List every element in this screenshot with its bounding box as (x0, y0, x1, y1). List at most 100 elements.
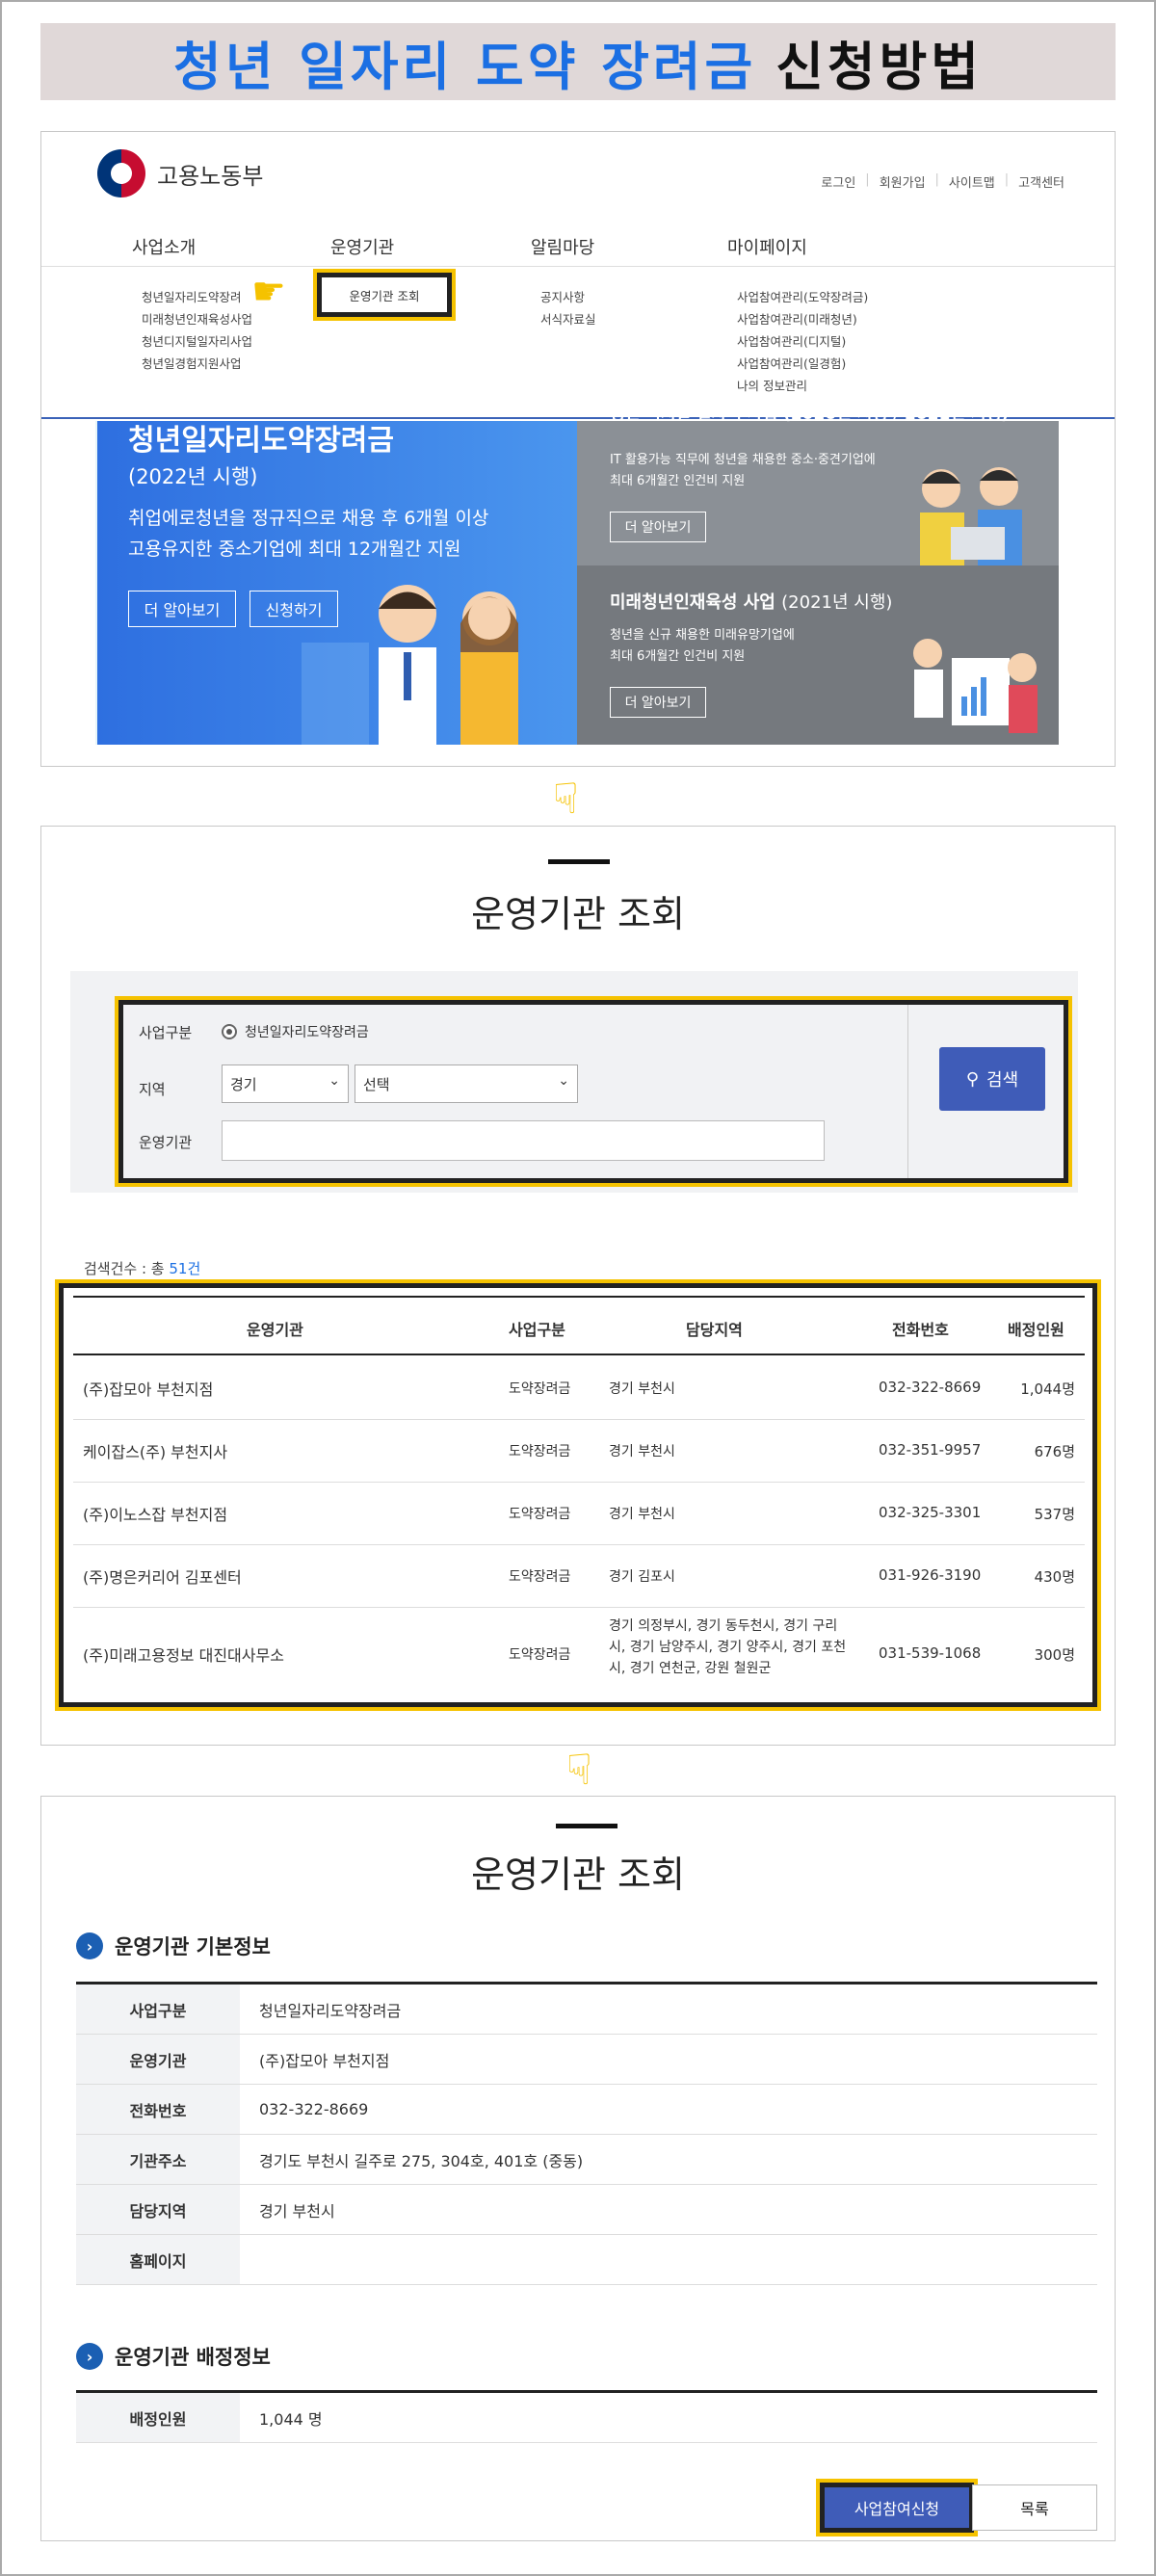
type-label: 사업구분 (139, 1024, 193, 1041)
info-key: 사업구분 (76, 1985, 240, 2034)
cell-region: 경기 의정부시, 경기 동두천시, 경기 구리시, 경기 남양주시, 경기 양주… (609, 1618, 847, 1676)
cell-phone: 031-539-1068 (879, 1644, 982, 1662)
people-illustration-icon (302, 585, 518, 745)
cell-region: 경기 부천시 (609, 1381, 675, 1397)
cell-type: 도약장려금 (509, 1647, 571, 1663)
info-value[interactable] (240, 2235, 259, 2284)
radio-icon[interactable] (222, 1024, 237, 1039)
cell-type: 도약장려금 (509, 1507, 571, 1522)
banner-left-title: 청년일자리도약장려금 (128, 424, 394, 458)
nav-notice[interactable]: 알림마당 (531, 234, 594, 259)
banner-desc-line: 최대 6개월간 인건비 지원 (610, 474, 746, 488)
site-logo[interactable]: 고용노동부 (97, 149, 263, 197)
submenu-item[interactable]: 사업참여관리(도약장려금) (737, 286, 868, 308)
info-value: 032-322-8669 (259, 2100, 369, 2118)
submenu-operator-lookup[interactable]: 운영기관 조회 (313, 269, 456, 321)
info-row: 홈페이지 (76, 2235, 1097, 2285)
support-link[interactable]: 고객센터 (1018, 172, 1064, 191)
cell-type: 도약장려금 (509, 1444, 571, 1459)
submenu-item[interactable]: 사업참여관리(일경험) (737, 353, 868, 375)
header-phone: 전화번호 (892, 1321, 949, 1339)
signup-link[interactable]: 회원가입 (880, 172, 926, 191)
cell-org[interactable]: (주)명은커리어 김포센터 (83, 1564, 242, 1588)
table-row[interactable]: (주)미래고용정보 대진대사무소 도약장려금 경기 의정부시, 경기 동두천시,… (73, 1608, 1085, 1696)
chevron-right-icon: › (76, 2343, 103, 2370)
cell-type: 도약장려금 (509, 1569, 571, 1585)
cell-org[interactable]: (주)미래고용정보 대진대사무소 (83, 1643, 284, 1666)
radio-label: 청년일자리도약장려금 (245, 1025, 369, 1040)
learn-more-button[interactable]: 더 알아보기 (128, 591, 236, 627)
submenu-item[interactable]: 청년일경험지원사업 (142, 353, 252, 375)
cell-phone: 032-351-9957 (879, 1441, 982, 1459)
cell-org[interactable]: (주)이노스잡 부천지점 (83, 1502, 227, 1525)
login-link[interactable]: 로그인 (821, 172, 855, 191)
submenu-item[interactable]: 청년디지털일자리사업 (142, 330, 252, 353)
cell-type: 도약장려금 (509, 1381, 571, 1397)
cell-count: 430명 (1034, 1568, 1075, 1586)
apply-participation-button[interactable]: 사업참여신청 (816, 2479, 978, 2537)
subregion-select[interactable]: 선택 ⌄ (355, 1065, 578, 1103)
pointing-hand-icon: ☛ (251, 270, 286, 314)
banner-desc-line: 고용유지한 중소기업에 최대 12개월간 지원 (128, 539, 461, 560)
assign-info-title: 운영기관 배정정보 (115, 2346, 271, 2369)
banner-title-text: 미래청년인재육성 사업 (610, 592, 775, 613)
info-key: 홈페이지 (76, 2235, 240, 2284)
info-key: 운영기관 (76, 2035, 240, 2084)
cell-phone: 032-325-3301 (879, 1504, 982, 1521)
assign-info-heading: › 운영기관 배정정보 (76, 2342, 271, 2371)
result-count: 검색건수 : 총 51건 (84, 1258, 200, 1278)
header-count: 배정인원 (1008, 1321, 1064, 1339)
submenu-item[interactable]: 공지사항 (540, 286, 596, 308)
pointing-down-hand-icon: ☟ (553, 775, 579, 824)
info-row: 담당지역 경기 부천시 (76, 2185, 1097, 2235)
banner-desc-line: IT 활용가능 직무에 청년을 채용한 중소·중견기업에 (610, 453, 876, 467)
submenu-notice: 공지사항 서식자료실 (540, 286, 596, 330)
table-row[interactable]: 케이잡스(주) 부천지사 도약장려금 경기 부천시 032-351-9957 6… (73, 1420, 1085, 1483)
cell-org[interactable]: 케이잡스(주) 부천지사 (83, 1439, 227, 1462)
nav-mypage[interactable]: 마이페이지 (727, 234, 807, 259)
banner-desc-line: 최대 6개월간 인건비 지원 (610, 649, 746, 664)
info-value: 1,044 명 (259, 2409, 323, 2429)
assign-info-table: 배정인원 1,044 명 (76, 2390, 1097, 2443)
info-key: 배정인원 (76, 2393, 240, 2442)
operator-search-screenshot: 운영기관 조회 사업구분 청년일자리도약장려금 지역 경기 ⌄ 선택 ⌄ 운영기관 … (40, 826, 1116, 1746)
chevron-down-icon: ⌄ (328, 1073, 340, 1089)
submenu-item[interactable]: 사업참여관리(미래청년) (737, 308, 868, 330)
learn-more-button[interactable]: 더 알아보기 (610, 687, 706, 718)
sitemap-link[interactable]: 사이트맵 (949, 172, 995, 191)
heading-dash (548, 859, 610, 864)
cell-phone: 032-322-8669 (879, 1379, 982, 1396)
basic-info-heading: › 운영기관 기본정보 (76, 1932, 271, 1960)
submenu-item[interactable]: 청년일자리도약장려 (142, 286, 252, 308)
submenu-item[interactable]: 미래청년인재육성사업 (142, 308, 252, 330)
submenu-item[interactable]: 사업참여관리(디지털) (737, 330, 868, 353)
info-key: 전화번호 (76, 2085, 240, 2134)
banner-year-text: (2021년 시행) (781, 592, 893, 613)
nav-business[interactable]: 사업소개 (132, 234, 196, 259)
banner-desc-line: 취업에로청년을 정규직으로 채용 후 6개월 이상 (128, 508, 489, 529)
info-row: 사업구분 청년일자리도약장려금 (76, 1985, 1097, 2035)
count-label: 검색건수 : 총 (84, 1260, 165, 1277)
list-button[interactable]: 목록 (972, 2484, 1097, 2531)
pointing-down-hand-icon: ☟ (566, 1746, 592, 1795)
info-row: 운영기관 (주)잡모아 부천지점 (76, 2035, 1097, 2085)
learn-more-button[interactable]: 더 알아보기 (610, 512, 706, 542)
table-row[interactable]: (주)명은커리어 김포센터 도약장려금 경기 김포시 031-926-3190 … (73, 1545, 1085, 1608)
region-select[interactable]: 경기 ⌄ (222, 1065, 349, 1103)
info-row: 배정인원 1,044 명 (76, 2393, 1097, 2443)
site-screenshot: 고용노동부 로그인 | 회원가입 | 사이트맵 | 고객센터 사업소개 운영기관 알림… (40, 131, 1116, 767)
cell-org[interactable]: (주)잡모아 부천지점 (83, 1377, 213, 1400)
cell-region: 경기 부천시 (609, 1444, 675, 1459)
search-button[interactable]: ⚲ 검색 (939, 1047, 1045, 1111)
submenu-item[interactable]: 나의 정보관리 (737, 375, 868, 397)
table-header: 운영기관 사업구분 담당지역 전화번호 배정인원 (73, 1296, 1085, 1355)
submenu-item[interactable]: 서식자료실 (540, 308, 596, 330)
nav-operator[interactable]: 운영기관 (330, 234, 394, 259)
table-row[interactable]: (주)잡모아 부천지점 도약장려금 경기 부천시 032-322-8669 1,… (73, 1357, 1085, 1420)
org-label: 운영기관 (139, 1134, 193, 1151)
cell-count: 537명 (1034, 1506, 1075, 1523)
detail-heading: 운영기관 조회 (471, 1853, 685, 1896)
laptop-illustration-icon (920, 467, 1022, 565)
table-row[interactable]: (주)이노스잡 부천지점 도약장려금 경기 부천시 032-325-3301 5… (73, 1483, 1085, 1545)
org-input[interactable] (222, 1120, 825, 1161)
